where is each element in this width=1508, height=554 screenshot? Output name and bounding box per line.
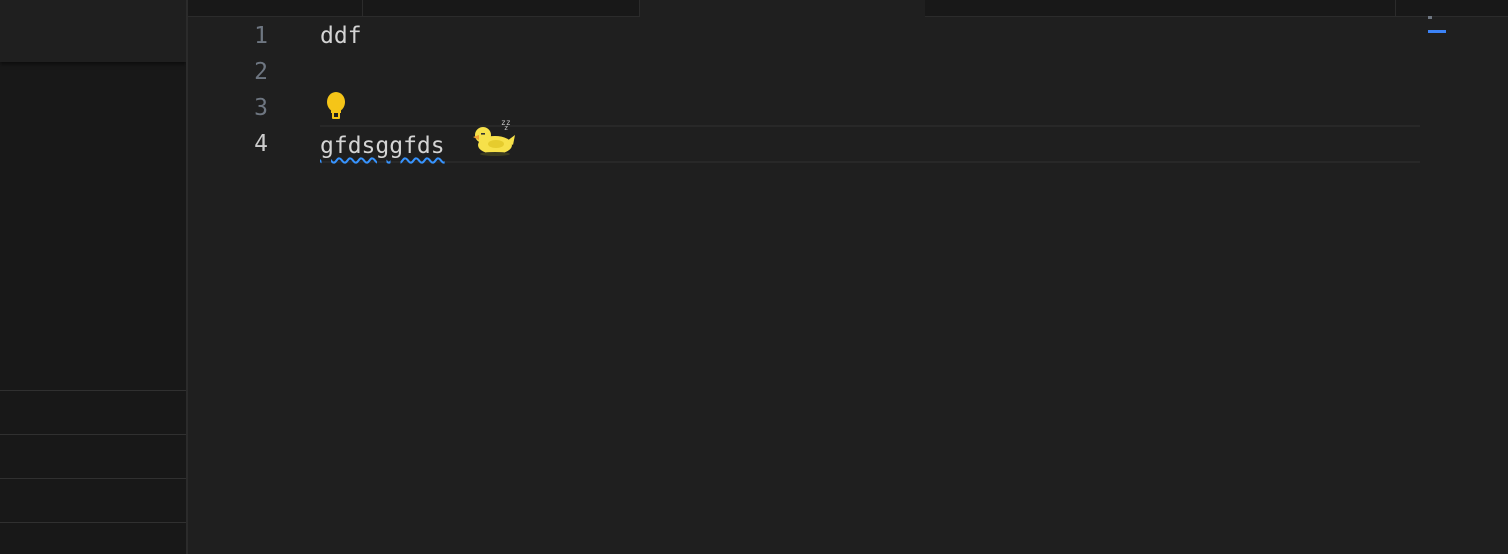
vscode-window: 1 2 3 4 ddf gfdsggfds zz z	[0, 0, 1508, 554]
editor-tab[interactable]	[925, 0, 1396, 17]
sidebar-header	[0, 0, 186, 62]
code-line-current[interactable]: gfdsggfds	[320, 128, 445, 164]
line-number: 1	[254, 23, 268, 49]
sidebar-section-header[interactable]	[0, 390, 186, 433]
editor-tab[interactable]	[188, 0, 363, 17]
line-number: 2	[254, 59, 268, 85]
svg-text:z: z	[504, 124, 508, 132]
sidebar-section-header[interactable]	[0, 522, 186, 554]
sidebar-section-header[interactable]	[0, 434, 186, 477]
duck-icon[interactable]: zz z	[471, 115, 517, 157]
line-number: 3	[254, 95, 268, 121]
lightbulb-icon[interactable]	[325, 91, 347, 121]
editor-tab[interactable]	[363, 0, 640, 17]
scrollbar-position-marker[interactable]	[1428, 30, 1446, 33]
editor-tab-strip	[188, 0, 1508, 17]
code-editor[interactable]: 1 2 3 4 ddf gfdsggfds zz z	[188, 17, 1508, 554]
spelling-error-text[interactable]: gfdsggfds	[320, 133, 445, 159]
sidebar-section-header[interactable]	[0, 478, 186, 521]
minimap-marker	[1428, 16, 1432, 19]
editor-tab-active[interactable]	[640, 0, 926, 16]
code-line[interactable]: ddf	[320, 18, 362, 54]
sidebar	[0, 0, 186, 554]
editor-tab[interactable]	[1396, 0, 1508, 17]
line-number-current: 4	[254, 131, 268, 157]
